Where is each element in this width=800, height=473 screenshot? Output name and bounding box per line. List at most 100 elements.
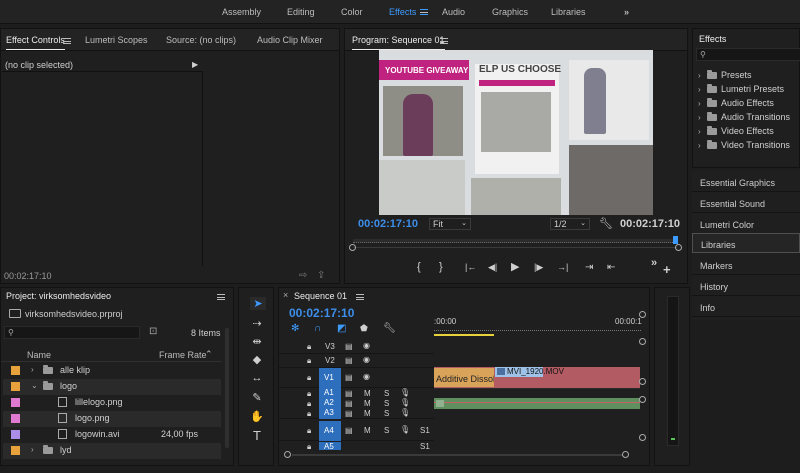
pen-tool-icon[interactable]: ✎ xyxy=(250,391,264,404)
go-to-in-button[interactable]: |← xyxy=(465,262,476,273)
eye-icon[interactable]: ◉ xyxy=(363,372,370,381)
project-scrollbar[interactable] xyxy=(225,328,229,448)
new-bin-icon[interactable]: ⊡ xyxy=(149,326,157,337)
snap-magnet-icon[interactable]: ∩ xyxy=(314,323,321,334)
project-row[interactable]: › lyd xyxy=(3,443,221,459)
vertical-zoom-handle-v[interactable] xyxy=(639,378,646,385)
ripple-edit-tool-icon[interactable]: ⇹ xyxy=(250,335,264,348)
workspace-tab-color[interactable]: Color xyxy=(341,7,363,17)
vertical-zoom-handle-top[interactable] xyxy=(639,338,646,345)
project-row[interactable]: › alle klip xyxy=(3,363,221,379)
export-icon[interactable]: ⇪ xyxy=(317,270,325,281)
section-libraries[interactable]: Libraries xyxy=(692,233,800,253)
workspace-tab-graphics[interactable]: Graphics xyxy=(492,7,528,17)
section-markers[interactable]: Markers xyxy=(692,255,800,275)
lock-icon[interactable]: 🔒︎ xyxy=(307,356,311,366)
mute-button[interactable]: M xyxy=(364,389,371,398)
play-button[interactable]: ▶ xyxy=(511,262,519,273)
sort-chevron-up-icon[interactable]: ⌃ xyxy=(205,349,213,360)
section-essential-sound[interactable]: Essential Sound xyxy=(692,193,800,213)
mic-icon[interactable]: 🎙︎ xyxy=(400,408,410,417)
timeline-wrench-icon[interactable]: 🔧︎ xyxy=(383,323,396,334)
solo-button[interactable]: S xyxy=(384,426,389,435)
workspace-tab-effects[interactable]: Effects xyxy=(389,7,416,17)
sync-icon[interactable]: ▤ xyxy=(345,342,353,351)
track-label-active[interactable]: A3 xyxy=(319,408,341,419)
timeline-zoom-handle-left[interactable] xyxy=(284,451,291,458)
lock-icon[interactable]: 🔒︎ xyxy=(307,342,311,352)
solo-button[interactable]: S xyxy=(384,399,389,408)
zoom-bar[interactable] xyxy=(353,247,677,248)
step-back-button[interactable]: ◀| xyxy=(488,262,497,273)
workspace-tab-libraries[interactable]: Libraries xyxy=(551,7,586,17)
mute-button[interactable]: M xyxy=(364,426,371,435)
close-icon[interactable]: × xyxy=(283,290,288,300)
zoom-handle-right[interactable] xyxy=(675,244,682,251)
program-video-frame[interactable]: YOUTUBE GIVEAWAY ELP US CHOOSE xyxy=(379,50,653,215)
program-menu-icon[interactable] xyxy=(440,38,448,44)
column-name[interactable]: Name xyxy=(27,350,51,360)
step-forward-button[interactable]: |▶ xyxy=(534,262,543,273)
fit-dropdown[interactable]: Fit ⌄ xyxy=(429,218,471,230)
effects-tree-lumetri[interactable]: › Lumetri Presets xyxy=(698,84,784,97)
resolution-dropdown[interactable]: 1/2 ⌄ xyxy=(550,218,590,230)
mic-icon[interactable]: 🎙︎ xyxy=(400,388,410,397)
time-ruler[interactable] xyxy=(434,328,641,331)
track-label-active[interactable]: A5 xyxy=(319,442,341,450)
timeline-scrollbar[interactable] xyxy=(292,454,622,456)
effects-tree-video-effects[interactable]: › Video Effects xyxy=(698,126,774,139)
workspace-effects-menu-icon[interactable] xyxy=(420,9,428,15)
sync-icon[interactable]: ▤ xyxy=(345,356,353,365)
selection-tool-icon[interactable]: ➤ xyxy=(250,297,266,310)
project-row[interactable]: lillelogo.png xyxy=(3,395,221,411)
effects-tree-audio-transitions[interactable]: › Audio Transitions xyxy=(698,112,790,125)
hand-tool-icon[interactable]: ✋ xyxy=(250,410,264,423)
project-row[interactable]: logowin.avi 24,00 fps xyxy=(3,427,221,443)
effects-tree-video-transitions[interactable]: › Video Transitions xyxy=(698,140,790,153)
track-label[interactable]: V3 xyxy=(325,342,335,351)
program-title[interactable]: Program: Sequence 01 xyxy=(352,35,445,50)
section-history[interactable]: History xyxy=(692,276,800,296)
sync-icon[interactable]: ▤ xyxy=(345,409,353,418)
track-select-tool-icon[interactable]: ⇢ xyxy=(250,317,264,330)
mic-icon[interactable]: 🎙︎ xyxy=(400,398,410,407)
mute-button[interactable]: M xyxy=(364,409,371,418)
go-to-out-button[interactable]: →| xyxy=(557,262,568,273)
effects-search-input[interactable]: ⚲ xyxy=(696,48,800,61)
project-row[interactable]: ⌄ logo xyxy=(3,379,221,395)
program-playhead[interactable] xyxy=(673,236,678,244)
sync-icon[interactable]: ▤ xyxy=(345,373,353,382)
lock-icon[interactable]: 🔒︎ xyxy=(307,442,311,450)
zoom-handle-left[interactable] xyxy=(349,244,356,251)
more-controls-icon[interactable]: » xyxy=(651,258,657,269)
tab-source[interactable]: Source: (no clips) xyxy=(166,35,236,45)
mark-out-button[interactable]: } xyxy=(439,262,443,273)
expand-arrow-icon[interactable]: ▶ xyxy=(192,60,198,69)
lock-icon[interactable]: 🔒︎ xyxy=(307,373,311,383)
project-menu-icon[interactable] xyxy=(217,294,225,300)
section-info[interactable]: Info xyxy=(692,297,800,317)
workspace-tab-assembly[interactable]: Assembly xyxy=(222,7,261,17)
sequence-timecode[interactable]: 00:02:17:10 xyxy=(289,306,354,320)
track-label[interactable]: V2 xyxy=(325,356,335,365)
sync-icon[interactable]: ▤ xyxy=(345,399,353,408)
tab-lumetri-scopes[interactable]: Lumetri Scopes xyxy=(85,35,148,45)
solo-button[interactable]: S xyxy=(384,409,389,418)
project-row[interactable]: logo.png xyxy=(3,411,221,427)
lock-icon[interactable]: 🔒︎ xyxy=(307,409,311,419)
track-label-active[interactable]: V1 xyxy=(319,368,341,388)
section-lumetri-color[interactable]: Lumetri Color xyxy=(692,214,800,234)
effects-tree-presets[interactable]: › Presets xyxy=(698,70,752,83)
lock-icon[interactable]: 🔒︎ xyxy=(307,389,311,399)
mic-icon[interactable]: 🎙︎ xyxy=(400,425,410,434)
audio-clip-a2[interactable] xyxy=(434,398,640,409)
nest-icon[interactable]: ✻ xyxy=(291,323,299,334)
marker-icon[interactable]: ⬟ xyxy=(360,323,368,334)
razor-tool-icon[interactable]: ◆ xyxy=(250,353,264,366)
transition-additive-dissolve[interactable]: Additive Dissolv xyxy=(434,368,494,387)
section-essential-graphics[interactable]: Essential Graphics xyxy=(692,172,800,192)
wrench-icon[interactable]: 🔧︎ xyxy=(599,217,613,230)
tab-effect-controls[interactable]: Effect Controls xyxy=(6,35,65,50)
tab-audio-clip-mixer[interactable]: Audio Clip Mixer xyxy=(257,35,323,45)
work-area-bar[interactable] xyxy=(434,334,494,336)
